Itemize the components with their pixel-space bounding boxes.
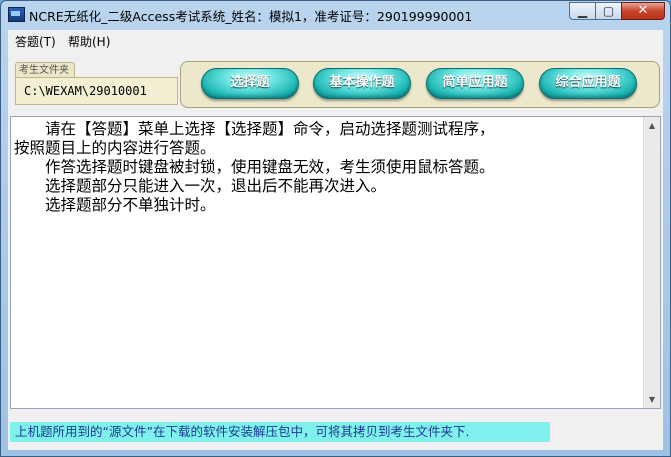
- exam-folder-box: 考生文件夹 C:\WEXAM\29010001: [15, 62, 178, 106]
- comprehensive-application-button[interactable]: 综合应用题: [539, 68, 637, 99]
- vertical-scrollbar[interactable]: ▲ ▼: [643, 117, 660, 408]
- exam-folder-path[interactable]: C:\WEXAM\29010001: [15, 77, 178, 105]
- minimize-icon: ▁: [577, 4, 588, 18]
- close-button[interactable]: ✕: [621, 2, 665, 20]
- app-window: NCRE无纸化_二级Access考试系统_姓名：模拟1，准考证号：2901999…: [0, 0, 671, 457]
- scroll-down-icon[interactable]: ▼: [644, 391, 660, 408]
- main-panel: 考生文件夹 C:\WEXAM\29010001 选择题 基本操作题 简单应用题 …: [8, 50, 663, 450]
- instruction-line: 作答选择题时键盘被封锁，使用键盘无效，考生须使用鼠标答题。: [14, 158, 495, 176]
- choice-question-button[interactable]: 选择题: [201, 68, 299, 99]
- window-title: NCRE无纸化_二级Access考试系统_姓名：模拟1，准考证号：2901999…: [29, 9, 473, 24]
- exam-folder-label: 考生文件夹: [15, 62, 75, 78]
- status-hint: 上机题所用到的“源文件”在下载的软件安装解压包中，可将其拷贝到考生文件夹下.: [10, 422, 550, 442]
- instruction-line: 按照题目上的内容进行答题。: [14, 139, 216, 157]
- menu-bar: 答题(T) 帮助(H): [8, 30, 663, 50]
- instruction-line: 选择题部分只能进入一次，退出后不能再次进入。: [14, 177, 387, 195]
- instruction-line: 请在【答题】菜单上选择【选择题】命令，启动选择题测试程序，: [14, 120, 495, 138]
- instruction-line: 选择题部分不单独计时。: [14, 196, 216, 214]
- menu-help[interactable]: 帮助(H): [68, 33, 110, 50]
- basic-operation-button[interactable]: 基本操作题: [313, 68, 411, 99]
- close-icon: ✕: [637, 3, 649, 18]
- title-bar[interactable]: NCRE无纸化_二级Access考试系统_姓名：模拟1，准考证号：2901999…: [1, 1, 670, 28]
- app-icon: [8, 7, 25, 22]
- instruction-panel: 请在【答题】菜单上选择【选择题】命令，启动选择题测试程序， 按照题目上的内容进行…: [10, 116, 661, 409]
- menu-answer[interactable]: 答题(T): [15, 33, 56, 50]
- scroll-up-icon[interactable]: ▲: [644, 117, 660, 134]
- instruction-text: 请在【答题】菜单上选择【选择题】命令，启动选择题测试程序， 按照题目上的内容进行…: [14, 120, 638, 215]
- question-type-toolbar: 选择题 基本操作题 简单应用题 综合应用题: [180, 61, 660, 108]
- maximize-icon: ▢: [602, 4, 615, 18]
- maximize-button[interactable]: ▢: [595, 2, 622, 20]
- minimize-button[interactable]: ▁: [569, 2, 596, 20]
- simple-application-button[interactable]: 简单应用题: [426, 68, 524, 99]
